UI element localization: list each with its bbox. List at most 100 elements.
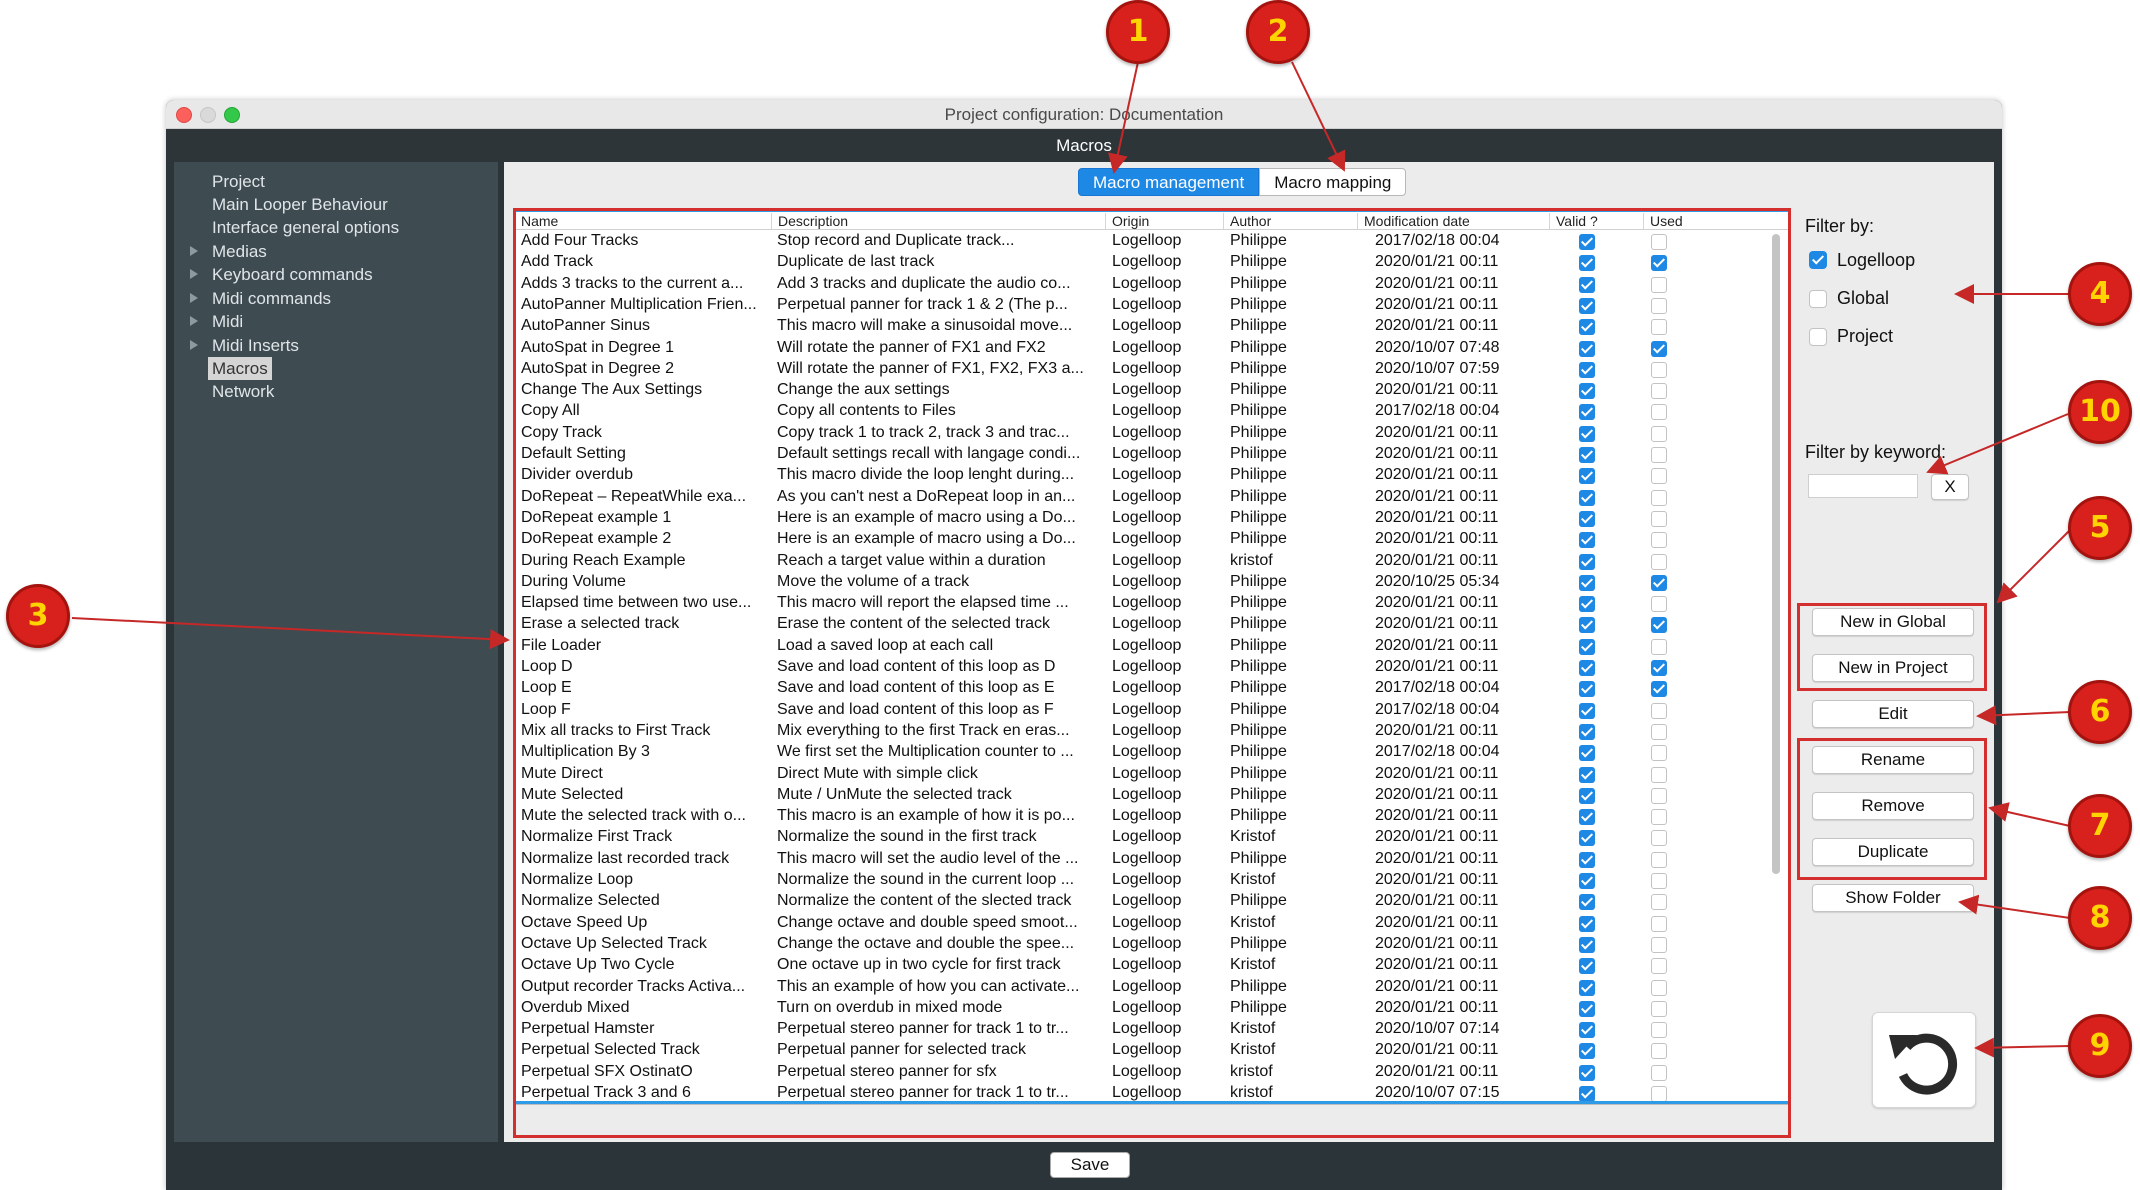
used-checkbox[interactable] [1651, 319, 1667, 336]
valid-checkbox[interactable] [1579, 681, 1595, 698]
valid-checkbox[interactable] [1579, 596, 1595, 613]
table-row[interactable]: Pitch Change By CounterChange the pitch … [515, 1104, 1789, 1105]
table-row[interactable]: AutoPanner Multiplication Frien... Perpet… [515, 295, 1789, 316]
valid-checkbox[interactable] [1579, 404, 1595, 421]
used-checkbox[interactable] [1651, 340, 1667, 357]
used-checkbox[interactable] [1651, 915, 1667, 932]
valid-checkbox[interactable] [1579, 468, 1595, 485]
remove-button[interactable]: Remove [1812, 792, 1974, 820]
used-checkbox[interactable] [1651, 1086, 1667, 1102]
valid-checkbox[interactable] [1579, 1064, 1595, 1081]
table-row[interactable]: Add Track Duplicate de last track Logelloo… [515, 252, 1789, 273]
table-row[interactable]: During Reach Example Reach a target value… [515, 551, 1789, 572]
table-row[interactable]: Mute the selected track with o... This ma… [515, 806, 1789, 827]
valid-checkbox[interactable] [1579, 894, 1595, 911]
table-row[interactable]: Add Four Tracks Stop record and Duplicate… [515, 231, 1789, 252]
used-checkbox[interactable] [1651, 958, 1667, 975]
valid-checkbox[interactable] [1579, 660, 1595, 676]
table-row[interactable]: Divider overdub This macro divide the loo… [515, 465, 1789, 486]
used-checkbox[interactable] [1651, 532, 1667, 549]
used-checkbox[interactable] [1651, 1022, 1667, 1039]
table-row[interactable]: Copy Track Copy track 1 to track 2, track… [515, 423, 1789, 444]
valid-checkbox[interactable] [1579, 361, 1595, 378]
used-checkbox[interactable] [1651, 234, 1667, 250]
used-checkbox[interactable] [1651, 1000, 1667, 1017]
sidebar-item-midi-commands[interactable]: Midi commands [190, 289, 331, 309]
column-header-valid[interactable]: Valid ? [1549, 213, 1598, 229]
table-row[interactable]: Perpetual SFX OstinatO Perpetual stereo p… [515, 1062, 1789, 1083]
expand-arrow-icon[interactable] [190, 316, 198, 326]
reload-button[interactable] [1872, 1012, 1976, 1108]
used-checkbox[interactable] [1651, 660, 1667, 676]
used-checkbox[interactable] [1651, 553, 1667, 570]
sidebar-item-main-looper-behaviour[interactable]: Main Looper Behaviour [212, 195, 388, 215]
used-checkbox[interactable] [1651, 425, 1667, 442]
table-row[interactable]: Adds 3 tracks to the current a... Add 3 t… [515, 274, 1789, 295]
expand-arrow-icon[interactable] [190, 269, 198, 279]
table-row[interactable]: Normalize Loop Normalize the sound in the… [515, 870, 1789, 891]
filter-global-checkbox[interactable] [1809, 290, 1827, 308]
table-row[interactable]: During Volume Move the volume of a track L… [515, 572, 1789, 593]
column-header-name[interactable]: Name [515, 213, 558, 229]
table-row[interactable]: Perpetual Selected Track Perpetual panner… [515, 1040, 1789, 1061]
table-row[interactable]: Normalize last recorded track This macro … [515, 849, 1789, 870]
table-row[interactable]: Copy All Copy all contents to Files Logell… [515, 401, 1789, 422]
valid-checkbox[interactable] [1579, 447, 1595, 463]
used-checkbox[interactable] [1651, 404, 1667, 421]
sidebar-item-keyboard-commands[interactable]: Keyboard commands [190, 265, 373, 285]
table-row[interactable]: AutoSpat in Degree 2 Will rotate the pann… [515, 359, 1789, 380]
valid-checkbox[interactable] [1579, 255, 1595, 272]
valid-checkbox[interactable] [1579, 873, 1595, 889]
table-row[interactable]: Elapsed time between two use... This macr… [515, 593, 1789, 614]
valid-checkbox[interactable] [1579, 851, 1595, 868]
used-checkbox[interactable] [1651, 638, 1667, 655]
valid-checkbox[interactable] [1579, 638, 1595, 655]
table-row[interactable]: Normalize Selected Normalize the content … [515, 891, 1789, 912]
table-row[interactable]: Loop E Save and load content of this loop… [515, 678, 1789, 699]
sidebar-item-network[interactable]: Network [212, 382, 274, 402]
sidebar-item-project[interactable]: Project [212, 172, 265, 192]
column-header-description[interactable]: Description [771, 213, 848, 229]
sidebar-item-medias[interactable]: Medias [190, 242, 267, 262]
new-in-global-button[interactable]: New in Global [1812, 608, 1974, 636]
new-in-project-button[interactable]: New in Project [1812, 654, 1974, 682]
valid-checkbox[interactable] [1579, 936, 1595, 953]
used-checkbox[interactable] [1651, 574, 1667, 591]
valid-checkbox[interactable] [1579, 319, 1595, 336]
used-checkbox[interactable] [1651, 894, 1667, 911]
table-row[interactable]: Loop D Save and load content of this loop… [515, 657, 1789, 678]
table-row[interactable]: Loop F Save and load content of this loop… [515, 700, 1789, 721]
used-checkbox[interactable] [1651, 468, 1667, 485]
valid-checkbox[interactable] [1579, 958, 1595, 975]
valid-checkbox[interactable] [1579, 1086, 1595, 1102]
valid-checkbox[interactable] [1579, 574, 1595, 591]
table-row[interactable]: AutoPanner Sinus This macro will make a s… [515, 316, 1789, 337]
clear-keyword-button[interactable]: X [1931, 474, 1969, 500]
expand-arrow-icon[interactable] [190, 340, 198, 350]
valid-checkbox[interactable] [1579, 489, 1595, 506]
used-checkbox[interactable] [1651, 596, 1667, 613]
used-checkbox[interactable] [1651, 276, 1667, 293]
used-checkbox[interactable] [1651, 979, 1667, 996]
filter-logelloop-checkbox[interactable] [1809, 251, 1827, 269]
sidebar-item-macros[interactable]: Macros [208, 357, 272, 380]
valid-checkbox[interactable] [1579, 915, 1595, 932]
column-header-author[interactable]: Author [1223, 213, 1271, 229]
valid-checkbox[interactable] [1579, 809, 1595, 826]
column-header-origin[interactable]: Origin [1105, 213, 1149, 229]
tab-macro-management[interactable]: Macro management [1078, 168, 1260, 196]
sidebar-item-midi-inserts[interactable]: Midi Inserts [190, 336, 299, 356]
used-checkbox[interactable] [1651, 383, 1667, 400]
used-checkbox[interactable] [1651, 766, 1667, 783]
valid-checkbox[interactable] [1579, 830, 1595, 847]
valid-checkbox[interactable] [1579, 340, 1595, 357]
table-row[interactable]: DoRepeat – RepeatWhile exa... As you can'… [515, 487, 1789, 508]
valid-checkbox[interactable] [1579, 1000, 1595, 1017]
used-checkbox[interactable] [1651, 1064, 1667, 1081]
table-row[interactable]: Multiplication By 3 We first set the Mult… [515, 742, 1789, 763]
table-row[interactable]: Mix all tracks to First Track Mix everyth… [515, 721, 1789, 742]
valid-checkbox[interactable] [1579, 723, 1595, 740]
filter-project-checkbox[interactable] [1809, 328, 1827, 346]
table-row[interactable]: Octave Up Two Cycle One octave up in two … [515, 955, 1789, 976]
duplicate-button[interactable]: Duplicate [1812, 838, 1974, 866]
